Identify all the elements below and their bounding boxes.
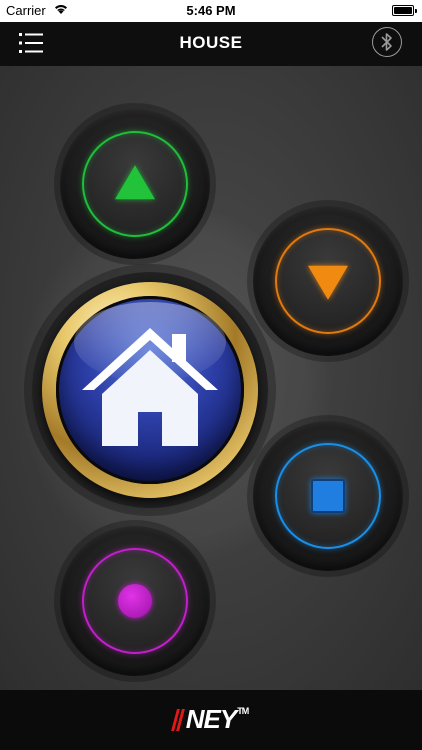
status-bar: Carrier 5:46 PM — [0, 0, 422, 22]
logo-bars-icon — [170, 709, 187, 731]
trademark-mark: TM — [237, 706, 249, 716]
stop-button-ring — [275, 443, 381, 549]
home-button-face — [56, 296, 244, 484]
down-button[interactable] — [253, 206, 403, 356]
record-button[interactable] — [60, 526, 210, 676]
logo-text: NEY — [185, 704, 237, 734]
triangle-down-icon — [308, 265, 348, 300]
brand-logo: NEYTM — [0, 704, 422, 735]
stop-square-icon — [311, 479, 345, 513]
bluetooth-icon — [381, 33, 392, 51]
record-dot-icon — [118, 584, 152, 618]
triangle-up-icon — [115, 165, 155, 200]
bluetooth-button[interactable] — [372, 27, 402, 57]
down-button-ring — [275, 228, 381, 334]
up-button[interactable] — [60, 109, 210, 259]
record-button-ring — [82, 548, 188, 654]
status-time: 5:46 PM — [186, 3, 236, 18]
nav-bar: HOUSE — [0, 22, 422, 66]
remote-control-panel — [0, 66, 422, 690]
battery-icon — [392, 5, 417, 16]
up-button-ring — [82, 131, 188, 237]
page-title: HOUSE — [179, 33, 243, 52]
home-button-gold-ring — [42, 282, 258, 498]
stop-button[interactable] — [253, 421, 403, 571]
house-icon — [82, 328, 218, 446]
home-button[interactable] — [32, 272, 268, 508]
footer-bar: NEYTM — [0, 690, 422, 750]
